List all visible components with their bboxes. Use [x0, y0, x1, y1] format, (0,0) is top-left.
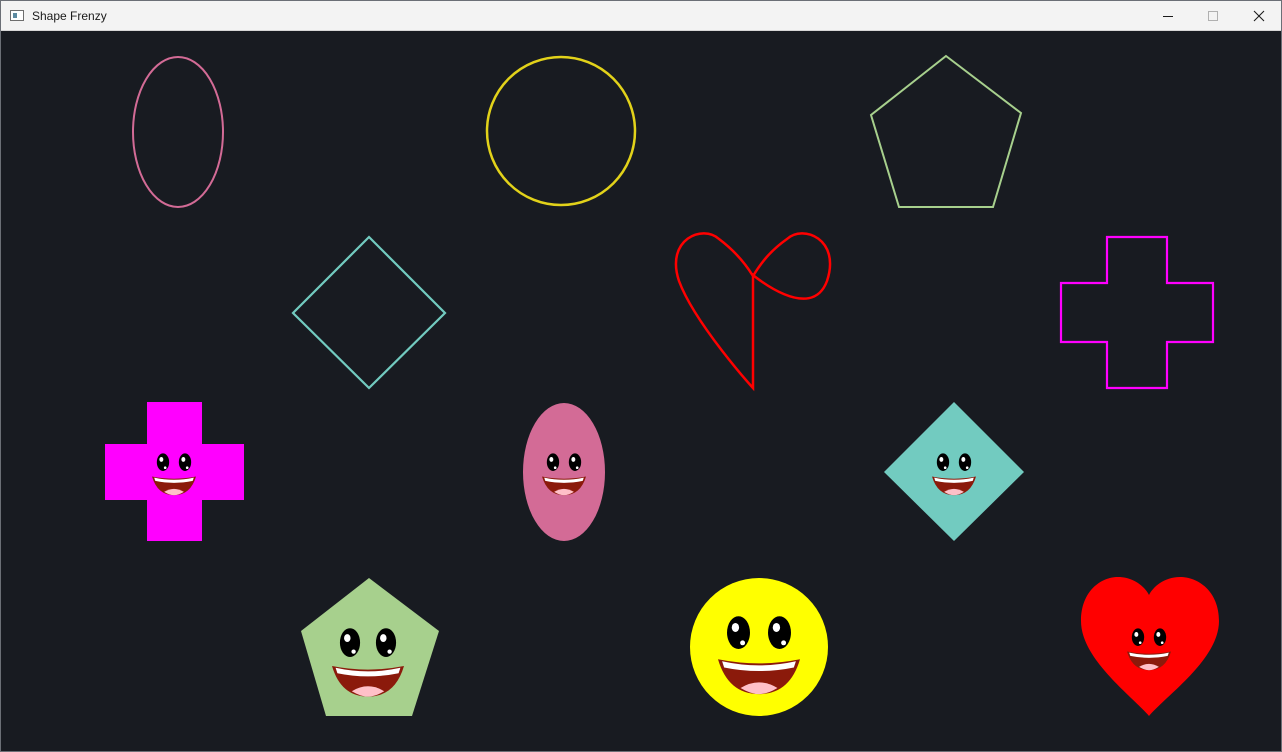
outline-diamond-shape[interactable] [291, 235, 447, 390]
shape-canvas-svg [105, 54, 1219, 716]
filled-cross-character[interactable] [105, 402, 244, 541]
window-app-icon [10, 10, 24, 21]
outline-pentagon-shape[interactable] [869, 54, 1023, 208]
outline-circle-shape[interactable] [485, 55, 637, 207]
filled-pentagon-character[interactable] [301, 578, 439, 716]
outline-cross-shape[interactable] [1059, 235, 1215, 390]
minimize-button[interactable] [1145, 1, 1191, 30]
app-window: Shape Frenzy [0, 0, 1282, 752]
close-button[interactable] [1236, 1, 1282, 30]
filled-heart-character[interactable] [1081, 577, 1219, 716]
title-bar[interactable]: Shape Frenzy [1, 1, 1281, 31]
shape-canvas[interactable] [1, 31, 1281, 751]
outline-heart-shape[interactable] [674, 232, 832, 392]
maximize-button[interactable] [1190, 1, 1236, 30]
maximize-icon [1208, 10, 1218, 21]
filled-diamond-character[interactable] [884, 402, 1024, 541]
window-title: Shape Frenzy [32, 9, 107, 23]
filled-ellipse-character[interactable] [523, 403, 605, 541]
outline-ellipse-shape[interactable] [132, 56, 224, 208]
filled-circle-character[interactable] [690, 578, 828, 716]
minimize-icon [1163, 15, 1173, 17]
close-icon [1253, 10, 1265, 21]
